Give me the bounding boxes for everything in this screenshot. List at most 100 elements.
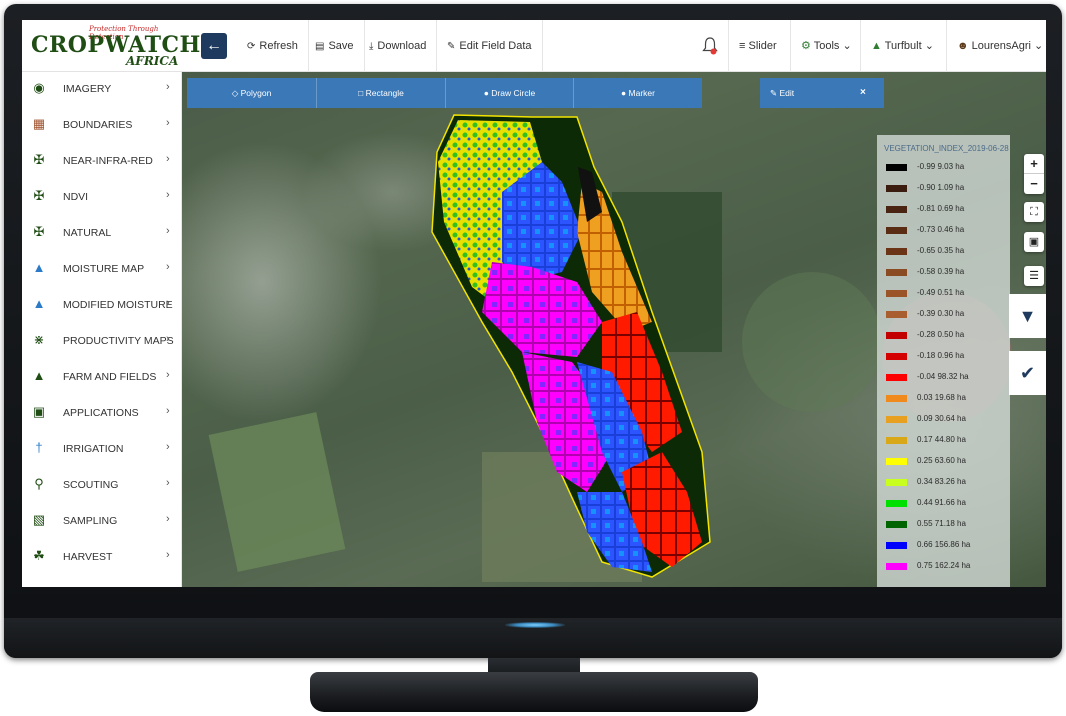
legend-swatch (886, 500, 907, 507)
sidebar-item-farm-and-fields[interactable]: ▲ FARM AND FIELDS › (22, 360, 182, 396)
sample-icon: ▧ (32, 512, 46, 527)
sidebar-item-label: HARVEST (63, 551, 113, 563)
legend-row: -0.39 0.30 ha (884, 308, 1009, 322)
map-marker-icon: ● (621, 88, 629, 98)
farm-selector[interactable]: ▲ Turfbult ⌄ (860, 20, 944, 72)
draw-polygon-button[interactable]: ◇ Polygon (187, 78, 317, 108)
rectangle-icon: □ (358, 88, 366, 98)
sidebar-item-boundaries[interactable]: ▦ BOUNDARIES › (22, 108, 182, 144)
legend-row: -0.65 0.35 ha (884, 245, 1009, 259)
tools-dropdown[interactable]: ⚙ Tools ⌄ (790, 20, 862, 72)
sidebar-item-harvest[interactable]: ☘ HARVEST › (22, 540, 182, 576)
sidebar-item-label: IMAGERY (63, 83, 112, 95)
draw-circle-button[interactable]: ● Draw Circle (446, 78, 574, 108)
chevron-right-icon: › (166, 297, 170, 309)
field-boundary-icon: ▦ (32, 116, 46, 131)
sidebar-item-natural[interactable]: ✠ NATURAL › (22, 216, 182, 252)
legend-swatch (886, 521, 907, 528)
sidebar-item-applications[interactable]: ▣ APPLICATIONS › (22, 396, 182, 432)
legend-row: -0.99 9.03 ha (884, 161, 1009, 175)
sidebar-item-label: APPLICATIONS (63, 407, 139, 419)
sidebar-item-scouting[interactable]: ⚲ SCOUTING › (22, 468, 182, 504)
refresh-icon: ⟳ (247, 41, 256, 52)
satellite-map[interactable]: ◇ Polygon □ Rectangle ● Draw Circle ● Ma… (182, 72, 1046, 587)
legend-swatch (886, 227, 907, 234)
legend-swatch (886, 353, 907, 360)
edit-icon: ✎ (447, 41, 456, 52)
chevron-right-icon: › (166, 513, 170, 525)
floppy-icon: ▤ (315, 41, 325, 52)
drone-icon: ✠ (33, 224, 45, 239)
draw-rectangle-button[interactable]: □ Rectangle (317, 78, 446, 108)
square-icon: ▣ (1028, 236, 1040, 248)
legend-swatch (886, 206, 907, 213)
edit-button[interactable]: ✎ Edit (770, 78, 794, 108)
user-menu[interactable]: ☻ LourensAgri ⌄ (946, 20, 1046, 72)
filter-icon: ▼ (1018, 306, 1037, 326)
sidebar-item-imagery[interactable]: ◉ IMAGERY › (22, 72, 182, 108)
sidebar-item-label: PRODUCTIVITY MAPS (63, 335, 174, 347)
zoom-in-button[interactable]: + (1024, 154, 1044, 174)
chevron-right-icon: › (166, 369, 170, 381)
drone-icon: ✠ (33, 152, 45, 167)
water-drop-icon: ▲ (32, 296, 46, 311)
chevron-right-icon: › (166, 405, 170, 417)
monitor-power-led (505, 622, 565, 628)
chevron-right-icon: › (166, 153, 170, 165)
notification-bell-icon[interactable] (702, 37, 718, 55)
legend-swatch (886, 269, 907, 276)
farm-icon: ▲ (871, 40, 885, 52)
confirm-button[interactable]: ✔ (1009, 351, 1046, 395)
chevron-right-icon: › (166, 81, 170, 93)
satellite-icon: ◉ (33, 80, 45, 95)
tools-icon: ⚙ (801, 40, 814, 52)
print-button[interactable]: ▣ (1024, 232, 1044, 252)
refresh-button[interactable]: ⟳ Refresh (237, 20, 309, 72)
chevron-right-icon: › (166, 441, 170, 453)
legend-swatch (886, 416, 907, 423)
sidebar-nav: ◉ IMAGERY › ▦ BOUNDARIES › ✠ NEAR-INFRA-… (22, 72, 182, 587)
legend-row: 0.75 162.24 ha (884, 560, 1009, 574)
fullscreen-button[interactable]: ⛶ (1024, 202, 1044, 222)
sidebar-item-label: IRRIGATION (63, 443, 124, 455)
sidebar-item-near-infra-red[interactable]: ✠ NEAR-INFRA-RED › (22, 144, 182, 180)
check-icon: ✔ (1019, 363, 1036, 383)
close-icon[interactable]: × (860, 78, 866, 108)
edit-field-data-button[interactable]: ✎ Edit Field Data (437, 20, 543, 72)
sidebar-item-irrigation[interactable]: † IRRIGATION › (22, 432, 182, 468)
drone-icon: ✠ (33, 188, 45, 203)
back-button[interactable]: ← (201, 33, 227, 59)
sidebar-item-productivity-maps[interactable]: ⋇ PRODUCTIVITY MAPS › (22, 324, 182, 360)
sidebar-item-sampling[interactable]: ▧ SAMPLING › (22, 504, 182, 540)
sidebar-item-label: BOUNDARIES (63, 119, 133, 131)
legend-row: -0.18 0.96 ha (884, 350, 1009, 364)
chevron-right-icon: › (166, 189, 170, 201)
download-button[interactable]: ⤓ Download (359, 20, 438, 72)
chevron-right-icon: › (166, 261, 170, 273)
zoom-out-button[interactable]: − (1024, 174, 1044, 194)
legend-swatch (886, 563, 907, 570)
polygon-icon: ◇ (231, 88, 241, 98)
layers-icon: ☰ (1029, 270, 1039, 282)
layers-button[interactable]: ☰ (1024, 266, 1044, 286)
save-button[interactable]: ▤ Save (305, 20, 365, 72)
sidebar-item-label: MODIFIED MOISTURE (63, 299, 173, 311)
legend-row: -0.90 1.09 ha (884, 182, 1009, 196)
sidebar-item-ndvi[interactable]: ✠ NDVI › (22, 180, 182, 216)
legend-row: 0.44 91.66 ha (884, 497, 1009, 511)
legend-swatch (886, 164, 907, 171)
legend-row: 0.34 83.26 ha (884, 476, 1009, 490)
legend-swatch (886, 479, 907, 486)
cropwatch-logo: Protection Through Detection CROPWATCH A… (22, 20, 200, 72)
legend-swatch (886, 374, 907, 381)
sidebar-item-modified-moisture[interactable]: ▲ MODIFIED MOISTURE › (22, 288, 182, 324)
sidebar-item-label: NDVI (63, 191, 89, 203)
draw-marker-button[interactable]: ● Marker (574, 78, 702, 108)
top-toolbar: Protection Through Detection CROPWATCH A… (22, 20, 1046, 72)
arrow-left-icon: ← (206, 37, 222, 54)
filter-button[interactable]: ▼ (1009, 294, 1046, 338)
sidebar-item-moisture-map[interactable]: ▲ MOISTURE MAP › (22, 252, 182, 288)
slider-button[interactable]: ≡ Slider (728, 20, 787, 72)
legend-swatch (886, 542, 907, 549)
legend-row: -0.58 0.39 ha (884, 266, 1009, 280)
